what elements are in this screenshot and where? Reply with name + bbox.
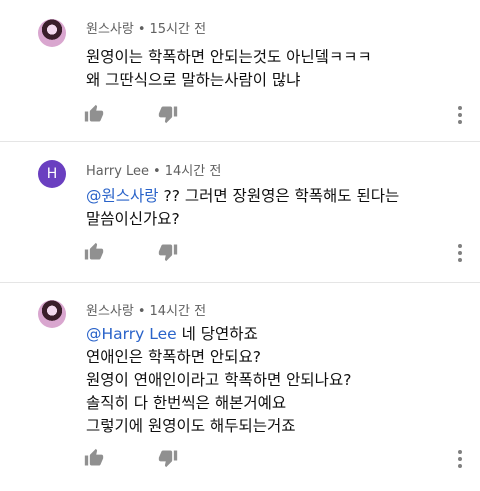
comment-actions [84, 242, 178, 264]
comment-line-text: 그렇기에 원영이도 해두되는거죠 [86, 417, 296, 435]
comment-line: 원영이는 학폭하면 안되는것도 아닌뎈ㅋㅋㅋ [86, 46, 456, 69]
comment-time[interactable]: 14시간 전 [165, 164, 222, 179]
divider [0, 141, 480, 142]
comment-line-text: 솔직히 다 한번씩은 해본거예요 [86, 394, 287, 412]
author-name[interactable]: Harry Lee [86, 164, 149, 179]
author-name[interactable]: 원스사랑 [86, 22, 134, 37]
author-name[interactable]: 원스사랑 [86, 304, 134, 319]
comment-line-text: 원영이 연애인이라고 학폭하면 안되나요? [86, 371, 352, 389]
comment-line-text: 네 당연하죠 [176, 325, 258, 343]
thumbs-up-icon[interactable] [84, 448, 106, 470]
comment-line-text: 연애인은 학폭하면 안되요? [86, 348, 261, 366]
avatar[interactable]: H [38, 160, 66, 188]
comment-line: 솔직히 다 한번씩은 해본거예요 [86, 392, 456, 415]
comment-line: @Harry Lee 네 당연하죠 [86, 323, 456, 346]
comment-line-text: 왜 그딴식으로 말하는사람이 많냐 [86, 71, 301, 89]
comment-line: 왜 그딴식으로 말하는사람이 많냐 [86, 69, 456, 92]
comment-text: @Harry Lee 네 당연하죠 연애인은 학폭하면 안되요? 원영이 연애인… [86, 323, 456, 438]
comment-line-text: 원영이는 학폭하면 안되는것도 아닌뎈ㅋㅋㅋ [86, 48, 372, 66]
meta-separator: • [137, 304, 146, 319]
mention-link[interactable]: @Harry Lee [86, 325, 177, 343]
comment-line: 그렇기에 원영이도 해두되는거죠 [86, 415, 456, 438]
more-vertical-icon[interactable] [450, 104, 470, 126]
comment-meta: Harry Lee • 14시간 전 [86, 160, 221, 179]
thumbs-down-icon[interactable] [158, 104, 180, 126]
mention-link[interactable]: @원스사랑 [86, 187, 159, 205]
avatar[interactable] [38, 300, 66, 328]
comment-actions [84, 104, 178, 126]
meta-separator: • [137, 22, 146, 37]
meta-separator: • [153, 164, 161, 179]
comment-text: 원영이는 학폭하면 안되는것도 아닌뎈ㅋㅋㅋ 왜 그딴식으로 말하는사람이 많냐 [86, 46, 456, 92]
comment-actions [84, 448, 178, 470]
comment-line: @원스사랑 ?? 그러면 장원영은 학폭해도 된다는 [86, 185, 456, 208]
thumbs-down-icon[interactable] [158, 242, 180, 264]
more-vertical-icon[interactable] [450, 242, 470, 264]
comment-line-text: ?? 그러면 장원영은 학폭해도 된다는 [158, 187, 400, 205]
comment-line-text: 말씀이신가요? [86, 210, 180, 228]
comment-line: 말씀이신가요? [86, 208, 456, 231]
thumbs-up-icon[interactable] [84, 242, 106, 264]
comment-meta: 원스사랑 • 15시간 전 [86, 18, 206, 37]
comment-text: @원스사랑 ?? 그러면 장원영은 학폭해도 된다는 말씀이신가요? [86, 185, 456, 231]
comment-line: 원영이 연애인이라고 학폭하면 안되나요? [86, 369, 456, 392]
thumbs-down-icon[interactable] [158, 448, 180, 470]
thumbs-up-icon[interactable] [84, 104, 106, 126]
comment-line: 연애인은 학폭하면 안되요? [86, 346, 456, 369]
comment-meta: 원스사랑 • 14시간 전 [86, 300, 206, 319]
avatar[interactable] [38, 19, 66, 47]
avatar-letter: H [46, 166, 58, 182]
more-vertical-icon[interactable] [450, 448, 470, 470]
divider [0, 282, 480, 283]
comment-time[interactable]: 14시간 전 [150, 304, 207, 319]
comment-time[interactable]: 15시간 전 [150, 22, 207, 37]
